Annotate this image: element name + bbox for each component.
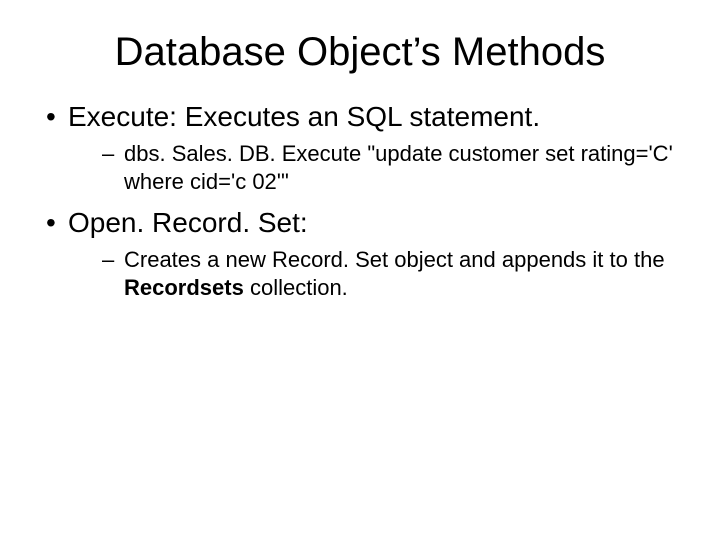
slide: Database Object’s Methods Execute: Execu…	[0, 0, 720, 540]
text-prefix: Creates a new Record. Set object and app…	[124, 247, 665, 272]
sub-list: dbs. Sales. DB. Execute "update customer…	[68, 140, 680, 195]
page-title: Database Object’s Methods	[40, 30, 680, 75]
bullet-list: Execute: Executes an SQL statement. dbs.…	[40, 99, 680, 301]
text-bold: Recordsets	[124, 275, 244, 300]
list-item: Execute: Executes an SQL statement. dbs.…	[40, 99, 680, 195]
list-item: dbs. Sales. DB. Execute "update customer…	[68, 140, 680, 195]
sub-list: Creates a new Record. Set object and app…	[68, 246, 680, 301]
bullet-text: Execute: Executes an SQL statement.	[68, 101, 540, 132]
list-item: Creates a new Record. Set object and app…	[68, 246, 680, 301]
text-suffix: collection.	[244, 275, 348, 300]
list-item: Open. Record. Set: Creates a new Record.…	[40, 205, 680, 301]
sub-bullet-text: Creates a new Record. Set object and app…	[124, 246, 680, 301]
sub-bullet-text: dbs. Sales. DB. Execute "update customer…	[124, 140, 680, 195]
bullet-text: Open. Record. Set:	[68, 207, 308, 238]
